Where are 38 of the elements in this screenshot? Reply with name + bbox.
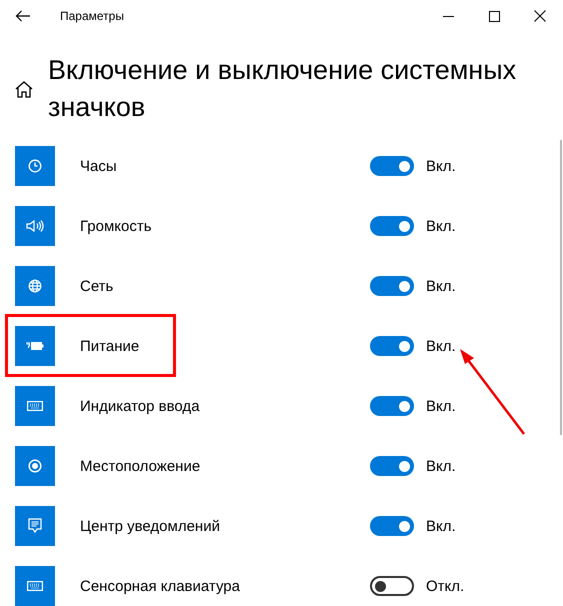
setting-label: Часы <box>80 158 118 174</box>
keyboard-icon <box>27 401 43 411</box>
toggle-status: Вкл. <box>426 518 456 534</box>
toggle-switch[interactable] <box>370 576 414 596</box>
toggle-status: Вкл. <box>426 278 456 294</box>
window-title: Параметры <box>60 9 125 23</box>
toggle-switch[interactable] <box>370 216 414 236</box>
setting-label: Питание <box>80 338 140 354</box>
setting-label: Индикатор ввода <box>80 398 201 414</box>
close-icon[interactable] <box>534 10 546 22</box>
setting-label: Сенсорная клавиатура <box>80 578 241 594</box>
home-icon[interactable] <box>15 80 33 98</box>
toggle-switch[interactable] <box>370 336 414 356</box>
globe-icon <box>28 279 42 293</box>
toggle-switch[interactable] <box>370 396 414 416</box>
setting-label: Местоположение <box>80 458 202 474</box>
toggle-switch[interactable] <box>370 276 414 296</box>
message-icon <box>28 518 42 534</box>
toggle-status: Вкл. <box>426 458 456 474</box>
toggle-switch[interactable] <box>370 156 414 176</box>
setting-label: Сеть <box>80 278 114 294</box>
toggle-status: Вкл. <box>426 398 456 414</box>
toggle-status: Вкл. <box>426 338 456 354</box>
toggle-status: Откл. <box>426 578 464 594</box>
toggle-status: Вкл. <box>426 218 456 234</box>
back-arrow-icon[interactable] <box>15 10 31 22</box>
toggle-status: Вкл. <box>426 158 456 174</box>
setting-label: Центр уведомлений <box>80 518 221 534</box>
toggle-switch[interactable] <box>370 456 414 476</box>
page-heading: Включение и выключение системных значков <box>48 54 518 124</box>
keyboard-icon <box>27 581 43 591</box>
setting-label: Громкость <box>80 218 153 234</box>
battery-plug-icon <box>26 340 44 352</box>
toggle-switch[interactable] <box>370 516 414 536</box>
location-dot-icon <box>28 459 42 473</box>
clock-icon <box>28 159 42 173</box>
speaker-icon <box>26 219 44 233</box>
maximize-icon[interactable] <box>488 10 500 22</box>
